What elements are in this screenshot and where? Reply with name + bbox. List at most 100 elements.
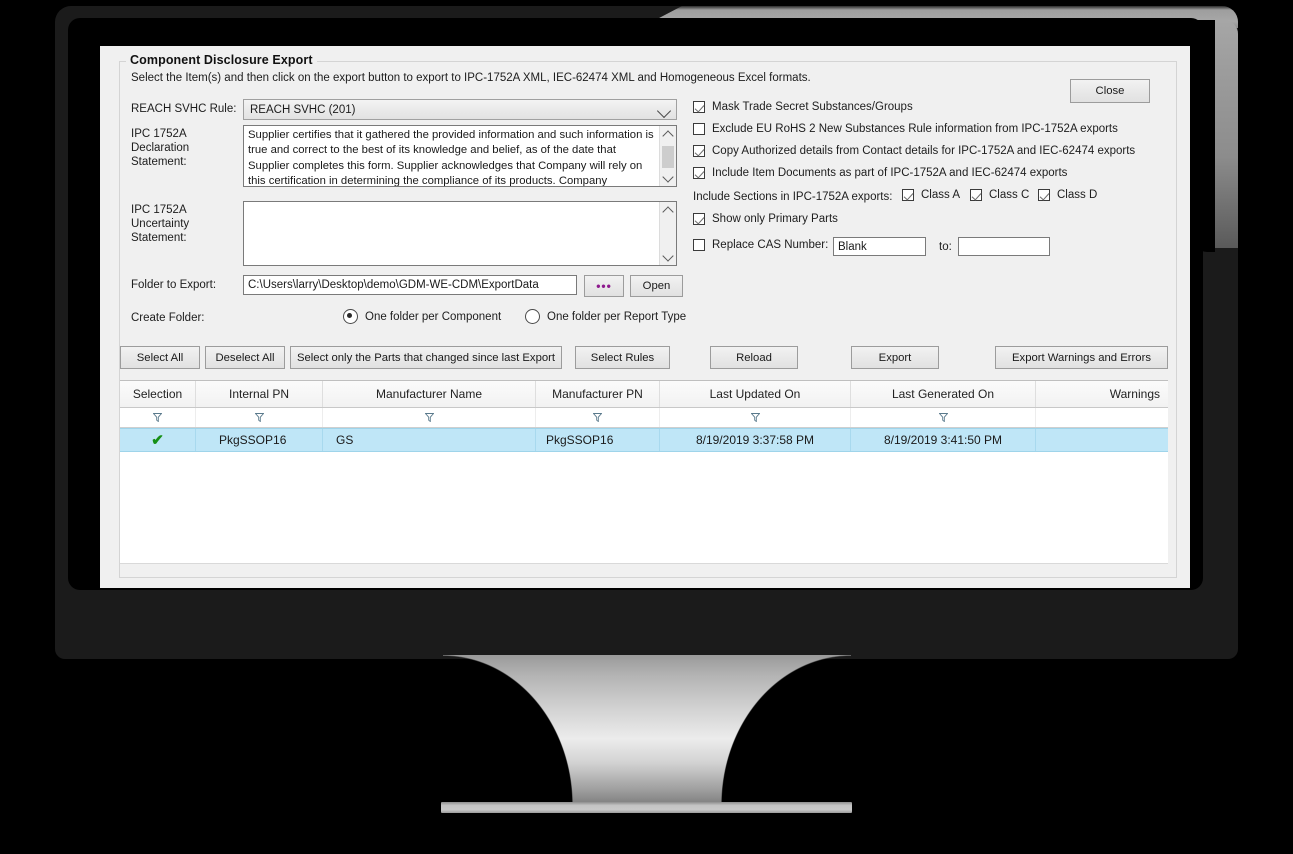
checkbox-include-item-documents-label: Include Item Documents as part of IPC-17…	[712, 167, 1068, 179]
checkbox-class-c-label: Class C	[989, 189, 1030, 201]
grid-column-header[interactable]: Manufacturer Name	[323, 381, 536, 407]
select-changed-parts-button[interactable]: Select only the Parts that changed since…	[290, 346, 562, 369]
grid-filter-cell[interactable]	[536, 408, 660, 427]
checkbox-class-d[interactable]: Class D	[1038, 189, 1097, 201]
table-cell-warnings	[1036, 429, 1166, 451]
table-row[interactable]: ✔ PkgSSOP16 GS PkgSSOP16 8/19/2019 3:37:58 P…	[120, 428, 1168, 452]
checkbox-exclude-eu-rohs2[interactable]: Exclude EU RoHS 2 New Substances Rule in…	[693, 123, 1118, 135]
grid-filter-cell[interactable]	[660, 408, 851, 427]
radio-one-folder-per-report-type-label: One folder per Report Type	[547, 310, 687, 323]
filter-funnel-icon[interactable]	[750, 413, 760, 422]
checkbox-checked-icon	[693, 213, 705, 225]
uncertainty-scrollbar[interactable]	[659, 202, 676, 265]
checkbox-show-only-primary-parts-label: Show only Primary Parts	[712, 213, 838, 225]
checkbox-class-d-label: Class D	[1057, 189, 1098, 201]
radio-one-folder-per-report-type[interactable]: One folder per Report Type	[525, 309, 686, 324]
filter-funnel-icon[interactable]	[424, 413, 434, 422]
filter-funnel-icon[interactable]	[938, 413, 948, 422]
checkbox-checked-icon	[693, 145, 705, 157]
checkbox-checked-icon	[693, 167, 705, 179]
uncertainty-statement-textarea[interactable]	[243, 201, 677, 266]
grid-column-header[interactable]: Internal PN	[196, 381, 323, 407]
reach-svhc-rule-select[interactable]: REACH SVHC (201)	[243, 99, 677, 120]
table-cell-selection-mark: ✔	[120, 429, 196, 451]
stand-base	[441, 802, 852, 813]
open-folder-button[interactable]: Open	[630, 275, 683, 297]
checkbox-replace-cas-number[interactable]: Replace CAS Number:	[693, 239, 828, 251]
declaration-statement-textarea[interactable]: Supplier certifies that it gathered the …	[243, 125, 677, 187]
radio-selected-icon	[343, 309, 358, 324]
filter-funnel-icon[interactable]	[593, 413, 602, 422]
create-folder-label: Create Folder:	[131, 312, 205, 324]
row-selected-check-icon[interactable]: ✔	[151, 433, 164, 448]
table-cell-manufacturer-name: GS	[323, 429, 536, 451]
scroll-up-icon[interactable]	[660, 202, 676, 218]
export-button[interactable]: Export	[851, 346, 939, 369]
table-cell-internal-pn: PkgSSOP16	[196, 429, 323, 451]
grid-filter-cell[interactable]	[323, 408, 536, 427]
checkbox-show-only-primary-parts[interactable]: Show only Primary Parts	[693, 213, 838, 225]
grid-column-header[interactable]: Warnings	[1036, 381, 1166, 407]
stand-neck	[443, 655, 851, 805]
grid-body: ✔ PkgSSOP16 GS PkgSSOP16 8/19/2019 3:37:58 P…	[120, 428, 1168, 452]
monitor-screen: Component Disclosure Export Select the I…	[100, 46, 1190, 588]
replace-cas-from-input[interactable]: Blank	[833, 237, 926, 256]
grid-filter-cell[interactable]	[120, 408, 196, 427]
replace-cas-to-label: to:	[939, 241, 952, 253]
export-parts-grid: Selection Internal PN Manufacturer Name Man…	[120, 380, 1168, 564]
scroll-down-icon[interactable]	[660, 249, 676, 265]
checkbox-copy-authorized-details-label: Copy Authorized details from Contact det…	[712, 145, 1136, 157]
filter-funnel-icon[interactable]	[153, 413, 162, 422]
checkbox-replace-cas-number-label: Replace CAS Number:	[712, 239, 829, 251]
grid-header-row: Selection Internal PN Manufacturer Name Man…	[120, 381, 1168, 408]
reach-svhc-rule-value: REACH SVHC (201)	[250, 103, 356, 116]
folder-to-export-label: Folder to Export:	[131, 279, 217, 291]
grid-column-header[interactable]: Selection	[120, 381, 196, 407]
grid-filter-cell[interactable]	[196, 408, 323, 427]
grid-filter-row[interactable]	[120, 408, 1168, 428]
table-cell-last-generated-on: 8/19/2019 3:41:50 PM	[851, 429, 1036, 451]
radio-one-folder-per-component[interactable]: One folder per Component	[343, 309, 501, 324]
checkbox-include-item-documents[interactable]: Include Item Documents as part of IPC-17…	[693, 167, 1067, 179]
deselect-all-button[interactable]: Deselect All	[205, 346, 285, 369]
grid-filter-cell[interactable]	[851, 408, 1036, 427]
scroll-down-icon[interactable]	[660, 170, 676, 186]
table-cell-last-updated-on: 8/19/2019 3:37:58 PM	[660, 429, 851, 451]
grid-column-header[interactable]: Last Updated On	[660, 381, 851, 407]
scrollbar-thumb[interactable]	[662, 146, 674, 168]
select-rules-button[interactable]: Select Rules	[575, 346, 670, 369]
replace-cas-to-input[interactable]	[958, 237, 1050, 256]
monitor-scene: Component Disclosure Export Select the I…	[0, 0, 1293, 854]
table-cell-manufacturer-pn: PkgSSOP16	[536, 429, 660, 451]
checkbox-class-c[interactable]: Class C	[970, 189, 1029, 201]
radio-one-folder-per-component-label: One folder per Component	[365, 310, 502, 323]
checkbox-checked-icon	[902, 189, 914, 201]
checkbox-mask-trade-secret-label: Mask Trade Secret Substances/Groups	[712, 101, 913, 113]
declaration-scrollbar[interactable]	[659, 126, 676, 186]
checkbox-class-a-label: Class A	[921, 189, 960, 201]
reload-button[interactable]: Reload	[710, 346, 798, 369]
checkbox-class-a[interactable]: Class A	[902, 189, 960, 201]
chevron-down-icon	[656, 103, 672, 119]
declaration-statement-text: Supplier certifies that it gathered the …	[248, 129, 654, 187]
page-title: Component Disclosure Export	[126, 53, 317, 67]
page-subtitle: Select the Item(s) and then click on the…	[131, 72, 811, 84]
component-disclosure-export-window: Component Disclosure Export Select the I…	[100, 46, 1190, 588]
scroll-up-icon[interactable]	[660, 126, 676, 142]
grid-column-header[interactable]: Last Generated On	[851, 381, 1036, 407]
checkbox-copy-authorized-details[interactable]: Copy Authorized details from Contact det…	[693, 145, 1135, 157]
folder-to-export-input[interactable]: C:\Users\larry\Desktop\demo\GDM-WE-CDM\E…	[243, 275, 577, 295]
close-button[interactable]: Close	[1070, 79, 1150, 103]
checkbox-checked-icon	[693, 101, 705, 113]
browse-folder-button[interactable]: •••	[584, 275, 624, 297]
radio-unselected-icon	[525, 309, 540, 324]
filter-funnel-icon[interactable]	[254, 413, 264, 422]
grid-column-header[interactable]: Manufacturer PN	[536, 381, 660, 407]
checkbox-checked-icon	[1038, 189, 1050, 201]
select-all-button[interactable]: Select All	[120, 346, 200, 369]
checkbox-checked-icon	[970, 189, 982, 201]
checkbox-mask-trade-secret[interactable]: Mask Trade Secret Substances/Groups	[693, 101, 913, 113]
uncertainty-statement-label: IPC 1752A Uncertainty Statement:	[131, 204, 190, 244]
checkbox-unchecked-icon	[693, 123, 705, 135]
export-warnings-button[interactable]: Export Warnings and Errors	[995, 346, 1168, 369]
